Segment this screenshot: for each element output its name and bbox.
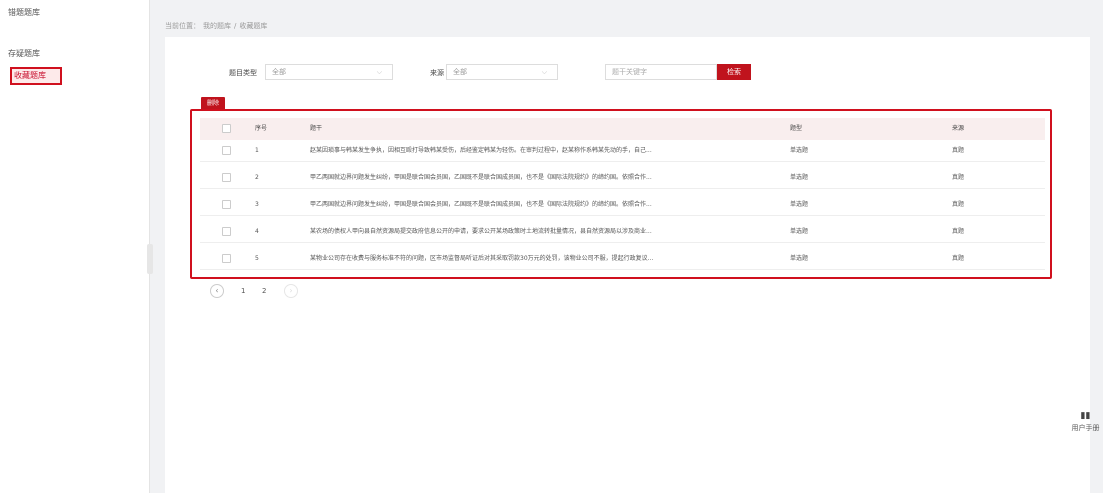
table-row[interactable]: 4 某农场的债权人甲向县自然资源局提交政府信息公开的申请，要求公开某场政策时土地… bbox=[200, 221, 1045, 243]
row-stem[interactable]: 某物业公司存在收费与服务标准不符的问题，区市场监督局听证后对其采取罚款30万元的… bbox=[310, 248, 730, 270]
table-header: 序号 题干 题型 来源 bbox=[200, 118, 1045, 140]
table-row[interactable]: 2 甲乙两国就边界问题发生纠纷，甲国是联合国会员国，乙国既不是联合国成员国，也不… bbox=[200, 167, 1045, 189]
pagination-page-2[interactable]: 2 bbox=[262, 284, 266, 298]
breadcrumb: 当前位置： 我的题库 / 收藏题库 bbox=[165, 21, 270, 31]
main-panel: 题目类型 全部 ⌵ 来源 全部 ⌵ 题干关键字 检索 删除 序号 题干 题型 来… bbox=[165, 37, 1090, 493]
pagination-prev-button[interactable]: ‹ bbox=[210, 284, 224, 298]
header-stem: 题干 bbox=[310, 125, 323, 132]
user-manual-button[interactable]: ▮▮ 用户手册 bbox=[1068, 410, 1103, 440]
pagination-next-button[interactable]: › bbox=[284, 284, 298, 298]
row-no: 2 bbox=[255, 174, 259, 181]
row-source: 真题 bbox=[952, 255, 965, 262]
pagination-page-1[interactable]: 1 bbox=[241, 284, 245, 298]
sidebar-item-wrong-questions[interactable]: 错题题库 bbox=[0, 4, 150, 22]
type-select-value: 全部 bbox=[272, 68, 286, 76]
row-no: 5 bbox=[255, 255, 259, 262]
row-checkbox[interactable] bbox=[222, 173, 231, 182]
breadcrumb-current: 收藏题库 bbox=[239, 22, 268, 30]
table-row[interactable]: 5 某物业公司存在收费与服务标准不符的问题，区市场监督局听证后对其采取罚款30万… bbox=[200, 248, 1045, 270]
source-select-value: 全部 bbox=[453, 68, 467, 76]
row-no: 1 bbox=[255, 147, 259, 154]
sidebar-collapse-handle[interactable] bbox=[147, 244, 153, 274]
breadcrumb-my-bank[interactable]: 我的题库 bbox=[203, 22, 231, 30]
row-checkbox[interactable] bbox=[222, 227, 231, 236]
row-type: 单选题 bbox=[790, 255, 809, 262]
row-source: 真题 bbox=[952, 228, 965, 235]
row-type: 单选题 bbox=[790, 174, 809, 181]
row-checkbox[interactable] bbox=[222, 200, 231, 209]
row-checkbox[interactable] bbox=[222, 146, 231, 155]
header-no: 序号 bbox=[255, 125, 268, 132]
row-type: 单选题 bbox=[790, 228, 809, 235]
row-source: 真题 bbox=[952, 201, 965, 208]
sidebar-item-doubt-questions[interactable]: 存疑题库 bbox=[0, 45, 150, 63]
row-stem[interactable]: 赵某因琐事与韩某发生争执，因相互殴打导致韩某受伤，后经鉴定韩某为轻伤。在审判过程… bbox=[310, 140, 730, 162]
keyword-input[interactable]: 题干关键字 bbox=[605, 64, 717, 80]
favorites-table: 序号 题干 题型 来源 1 赵某因琐事与韩某发生争执，因相互殴打导致韩某受伤，后… bbox=[190, 109, 1052, 279]
sidebar: 错题题库 存疑题库 收藏题库 bbox=[0, 0, 150, 493]
breadcrumb-prefix: 当前位置： bbox=[165, 22, 200, 30]
row-source: 真题 bbox=[952, 147, 965, 154]
sidebar-item-favorite-questions[interactable]: 收藏题库 bbox=[10, 67, 62, 85]
header-type: 题型 bbox=[790, 125, 803, 132]
header-source: 来源 bbox=[952, 125, 965, 132]
row-no: 3 bbox=[255, 201, 259, 208]
row-stem[interactable]: 甲乙两国就边界问题发生纠纷，甲国是联合国会员国，乙国既不是联合国成员国，也不是《… bbox=[310, 194, 730, 216]
row-type: 单选题 bbox=[790, 147, 809, 154]
row-stem[interactable]: 某农场的债权人甲向县自然资源局提交政府信息公开的申请，要求公开某场政策时土地流转… bbox=[310, 221, 730, 243]
source-filter-label: 来源 bbox=[430, 69, 444, 77]
type-filter-label: 题目类型 bbox=[229, 69, 257, 77]
type-select[interactable]: 全部 ⌵ bbox=[265, 64, 393, 80]
row-type: 单选题 bbox=[790, 201, 809, 208]
source-select[interactable]: 全部 ⌵ bbox=[446, 64, 558, 80]
row-checkbox[interactable] bbox=[222, 254, 231, 263]
table-row[interactable]: 3 甲乙两国就边界问题发生纠纷，甲国是联合国会员国，乙国既不是联合国成员国，也不… bbox=[200, 194, 1045, 216]
keyword-input-placeholder: 题干关键字 bbox=[612, 68, 647, 76]
table-row[interactable]: 1 赵某因琐事与韩某发生争执，因相互殴打导致韩某受伤，后经鉴定韩某为轻伤。在审判… bbox=[200, 140, 1045, 162]
search-button[interactable]: 检索 bbox=[717, 64, 751, 80]
row-source: 真题 bbox=[952, 174, 965, 181]
user-manual-label: 用户手册 bbox=[1071, 424, 1100, 432]
breadcrumb-separator: / bbox=[234, 22, 237, 30]
chevron-down-icon: ⌵ bbox=[376, 68, 382, 76]
row-stem[interactable]: 甲乙两国就边界问题发生纠纷，甲国是联合国会员国，乙国既不是联合国成员国，也不是《… bbox=[310, 167, 730, 189]
book-icon: ▮▮ bbox=[1080, 411, 1091, 421]
row-no: 4 bbox=[255, 228, 259, 235]
select-all-checkbox[interactable] bbox=[222, 124, 231, 133]
chevron-down-icon: ⌵ bbox=[541, 68, 547, 76]
